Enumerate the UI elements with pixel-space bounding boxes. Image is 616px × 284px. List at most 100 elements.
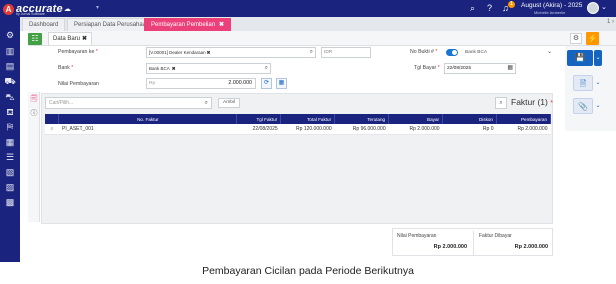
building-icon[interactable]: ▥ bbox=[4, 45, 16, 57]
ambil-button[interactable]: Ambil bbox=[218, 98, 240, 108]
chevron-down-icon[interactable]: ⌄ bbox=[547, 48, 552, 57]
cell-tgl-faktur: 22/08/2025 bbox=[236, 124, 281, 135]
user-menu-chevron-icon[interactable]: ⌄ bbox=[601, 3, 607, 11]
close-tab-icon[interactable]: ✖ bbox=[219, 22, 224, 28]
currency-prefix: Rp bbox=[149, 81, 156, 86]
app-window: A accurate ☁ by Jurnal Software ▾ ⌕ ? ♫ … bbox=[0, 0, 616, 262]
calculator-icon: ▦ bbox=[278, 80, 285, 86]
list-icon[interactable]: ☰ bbox=[4, 151, 16, 163]
grid-icon[interactable]: ▨ bbox=[4, 181, 16, 193]
bank-field[interactable]: Bank BCA ✖ ⌕ bbox=[146, 63, 271, 74]
cell-no-faktur: PI_ASET_001 bbox=[58, 124, 237, 135]
pin-icon[interactable]: ▾ bbox=[92, 3, 103, 14]
search-invoice-button[interactable]: ⌕ bbox=[495, 97, 507, 109]
search-icon[interactable]: ⌕ bbox=[467, 3, 478, 14]
list-icon: ☷ bbox=[31, 34, 39, 43]
tab-data-baru[interactable]: Data Baru ✖ bbox=[48, 32, 93, 45]
tab-dashboard[interactable]: Dashboard bbox=[22, 18, 66, 31]
truck-icon[interactable]: ⛟ bbox=[4, 75, 16, 87]
figure-caption: Pembayaran Cicilan pada Periode Berikutn… bbox=[0, 262, 616, 284]
attachment-button[interactable]: 📎 bbox=[573, 98, 593, 114]
attachment-options-chevron-icon[interactable]: ⌄ bbox=[594, 98, 602, 114]
cell-bayar: Rp 2.000.000 bbox=[388, 124, 443, 135]
auto-number-toggle[interactable] bbox=[446, 49, 458, 56]
save-button[interactable]: 💾 bbox=[567, 50, 593, 66]
cart-out-icon[interactable]: ⛿ bbox=[4, 121, 16, 133]
tab-label: Data Baru bbox=[53, 36, 81, 42]
drag-handle-icon[interactable]: ≡ bbox=[45, 124, 59, 135]
bank-label: Bank * bbox=[58, 65, 74, 71]
module-tab-bar: Dashboard Persiapan Data Perusahaan Pemb… bbox=[20, 17, 616, 31]
vendor-chip: [V.00001] Dealer Kendaraan✖ bbox=[149, 50, 211, 55]
cell-pembayaran: Rp 2.000.000 bbox=[496, 124, 551, 135]
document-options-chevron-icon[interactable]: ⌄ bbox=[594, 75, 602, 91]
report-icon[interactable]: ▧ bbox=[4, 166, 16, 178]
summary-faktur-value: Rp 2.000.000 bbox=[514, 244, 548, 250]
chart-icon[interactable]: ▦ bbox=[4, 136, 16, 148]
tgl-bayar-label: Tgl Bayar * bbox=[414, 65, 440, 71]
top-bar: A accurate ☁ by Jurnal Software ▾ ⌕ ? ♫ … bbox=[0, 0, 616, 17]
header-total-faktur[interactable]: Total Faktur bbox=[280, 114, 336, 124]
quick-action-button[interactable]: ⚡ bbox=[586, 32, 599, 45]
no-bukti-field[interactable]: Bank BCA ⌄ bbox=[462, 47, 555, 58]
info-icon[interactable]: ⓘ bbox=[30, 110, 38, 118]
document-icon: 🗎 bbox=[579, 79, 587, 88]
chevron-down-icon: ⌄ bbox=[595, 55, 601, 61]
user-name[interactable]: August (Akira) - 2025 bbox=[521, 2, 582, 9]
tgl-bayar-field[interactable]: 22/08/2025 ▦ bbox=[444, 63, 516, 74]
cart-icon[interactable]: ⛍ bbox=[4, 91, 16, 103]
list-view-button[interactable]: ☷ bbox=[28, 33, 42, 45]
cart-in-icon[interactable]: ⛾ bbox=[4, 106, 16, 118]
calendar-icon[interactable]: ▦ bbox=[507, 64, 513, 73]
gear-icon: ⚙ bbox=[572, 35, 580, 42]
cell-terutang: Rp 96.000.000 bbox=[334, 124, 389, 135]
logo-badge-icon: A bbox=[3, 3, 14, 15]
search-icon[interactable]: ⌕ bbox=[265, 64, 268, 73]
tab-pembayaran-pembelian[interactable]: Pembayaran Pembelian ✖ bbox=[144, 18, 232, 31]
document-icon[interactable]: ▤ bbox=[4, 60, 16, 72]
no-bukti-value: Bank BCA bbox=[465, 50, 488, 55]
remove-bank-icon[interactable]: ✖ bbox=[172, 66, 176, 71]
payment-summary: Nilai Pembayaran Rp 2.000.000 Faktur Dib… bbox=[392, 228, 553, 256]
tgl-bayar-value: 22/08/2025 bbox=[447, 66, 472, 71]
search-input[interactable]: Cari/Pilih... ⌕ bbox=[45, 97, 212, 109]
pembayaran-ke-field[interactable]: [V.00001] Dealer Kendaraan✖ ⌕ bbox=[146, 47, 316, 58]
gear-icon[interactable]: ⚙ bbox=[4, 29, 16, 41]
header-handle bbox=[45, 114, 60, 124]
nilai-pembayaran-field[interactable]: Rp 2.000.000 bbox=[146, 78, 256, 89]
remove-vendor-icon[interactable]: ✖ bbox=[207, 50, 211, 55]
cloud-icon: ☁ bbox=[63, 6, 71, 13]
payment-header-form: Pembayaran ke * [V.00001] Dealer Kendara… bbox=[28, 46, 558, 92]
help-icon[interactable]: ? bbox=[484, 3, 495, 14]
search-icon[interactable]: ⌕ bbox=[205, 98, 208, 108]
header-bayar[interactable]: Bayar bbox=[388, 114, 444, 124]
header-diskon[interactable]: Diskon bbox=[442, 114, 497, 124]
store-icon[interactable]: ▩ bbox=[4, 196, 16, 208]
summary-nilai-label: Nilai Pembayaran bbox=[397, 233, 437, 239]
notification-badge: 1 bbox=[508, 1, 515, 8]
refresh-icon: ⟳ bbox=[263, 80, 270, 86]
header-tgl-faktur[interactable]: Tgl Faktur bbox=[236, 114, 282, 124]
settings-button[interactable]: ⚙ bbox=[570, 33, 582, 44]
header-terutang[interactable]: Terutang bbox=[334, 114, 390, 124]
close-icon[interactable]: ✖ bbox=[82, 36, 87, 42]
refresh-button[interactable]: ⟳ bbox=[261, 78, 272, 89]
save-options-button[interactable]: ⌄ bbox=[594, 50, 602, 66]
summary-divider bbox=[473, 231, 474, 255]
search-icon[interactable]: ⌕ bbox=[310, 48, 313, 57]
document-button[interactable]: 🗎 bbox=[573, 75, 593, 91]
tab-label: Dashboard bbox=[29, 22, 59, 28]
user-avatar[interactable] bbox=[587, 2, 599, 14]
save-icon: 💾 bbox=[575, 53, 585, 62]
header-no-faktur[interactable]: No. Faktur bbox=[58, 114, 238, 124]
summary-nilai-value: Rp 2.000.000 bbox=[433, 244, 467, 250]
cell-total-faktur: Rp 120.000.000 bbox=[280, 124, 335, 135]
window-indicator[interactable]: 1 › bbox=[607, 19, 614, 25]
header-pembayaran[interactable]: Pembayaran bbox=[496, 114, 552, 124]
calculator-button[interactable]: ▦ bbox=[276, 78, 287, 89]
tab-persiapan-data[interactable]: Persiapan Data Perusahaan bbox=[67, 18, 157, 31]
summary-faktur-label: Faktur Dibayar bbox=[479, 233, 512, 239]
nilai-pembayaran-label: Nilai Pembayaran bbox=[58, 81, 99, 87]
invoice-icon[interactable]: 🗐 bbox=[30, 96, 38, 104]
table-row[interactable]: ≡ PI_ASET_001 22/08/2025 Rp 120.000.000 … bbox=[45, 124, 551, 135]
